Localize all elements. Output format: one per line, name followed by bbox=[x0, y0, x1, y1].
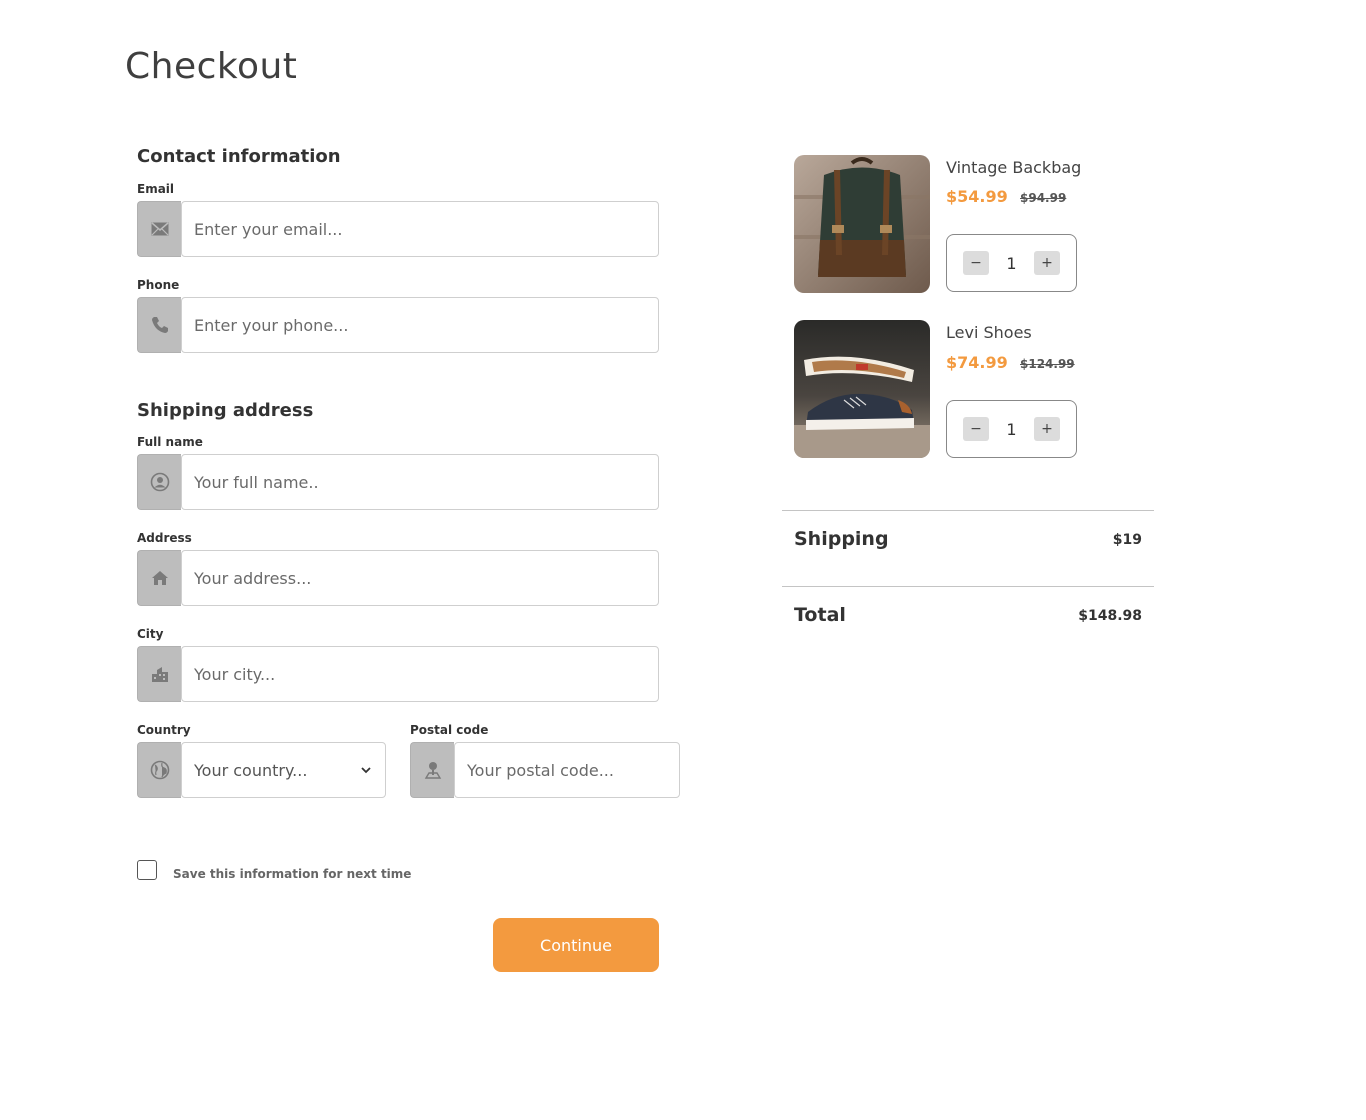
full-name-input[interactable] bbox=[181, 454, 659, 510]
quantity-value: 1 bbox=[1006, 253, 1017, 273]
shipping-heading: Shipping address bbox=[137, 400, 314, 421]
address-field bbox=[137, 550, 659, 606]
full-name-field bbox=[137, 454, 659, 510]
cart-item-old-price: $124.99 bbox=[1020, 357, 1075, 371]
cart-item-old-price: $94.99 bbox=[1020, 191, 1067, 205]
cart-item-name: Vintage Backbag bbox=[946, 158, 1082, 177]
save-info-checkbox[interactable] bbox=[137, 860, 157, 880]
increase-quantity-button[interactable]: + bbox=[1034, 417, 1060, 441]
country-select[interactable]: Your country... bbox=[181, 742, 386, 798]
user-icon bbox=[137, 454, 181, 510]
phone-field bbox=[137, 297, 659, 353]
home-icon bbox=[137, 550, 181, 606]
total-label: Total bbox=[794, 604, 846, 626]
save-info-label: Save this information for next time bbox=[173, 867, 412, 881]
email-input[interactable] bbox=[181, 201, 659, 257]
shoes-image bbox=[794, 320, 930, 458]
shipping-label: Shipping bbox=[794, 528, 889, 550]
city-field bbox=[137, 646, 659, 702]
cart-item-price: $74.99 bbox=[946, 353, 1008, 372]
quantity-value: 1 bbox=[1006, 419, 1017, 439]
phone-input[interactable] bbox=[181, 297, 659, 353]
cart-item-price: $54.99 bbox=[946, 187, 1008, 206]
address-label: Address bbox=[137, 531, 192, 545]
postal-field bbox=[410, 742, 680, 798]
shipping-value: $19 bbox=[1112, 532, 1142, 548]
city-input[interactable] bbox=[181, 646, 659, 702]
increase-quantity-button[interactable]: + bbox=[1034, 251, 1060, 275]
postal-input[interactable] bbox=[454, 742, 680, 798]
map-pin-icon bbox=[410, 742, 454, 798]
contact-heading: Contact information bbox=[137, 146, 341, 167]
country-label: Country bbox=[137, 723, 191, 737]
decrease-quantity-button[interactable]: − bbox=[963, 251, 989, 275]
summary-divider bbox=[782, 510, 1154, 511]
quantity-stepper: − 1 + bbox=[946, 400, 1077, 458]
envelope-icon bbox=[137, 201, 181, 257]
building-icon bbox=[137, 646, 181, 702]
page-title: Checkout bbox=[125, 46, 298, 87]
decrease-quantity-button[interactable]: − bbox=[963, 417, 989, 441]
full-name-label: Full name bbox=[137, 435, 203, 449]
total-value: $148.98 bbox=[1078, 608, 1142, 624]
email-field bbox=[137, 201, 659, 257]
country-field: Your country... bbox=[137, 742, 386, 798]
city-label: City bbox=[137, 627, 164, 641]
postal-label: Postal code bbox=[410, 723, 489, 737]
continue-button[interactable]: Continue bbox=[493, 918, 659, 972]
globe-icon bbox=[137, 742, 181, 798]
backpack-image bbox=[794, 155, 930, 293]
cart-item-name: Levi Shoes bbox=[946, 323, 1032, 342]
phone-icon bbox=[137, 297, 181, 353]
address-input[interactable] bbox=[181, 550, 659, 606]
quantity-stepper: − 1 + bbox=[946, 234, 1077, 292]
chevron-down-icon bbox=[361, 767, 371, 774]
phone-label: Phone bbox=[137, 278, 180, 292]
email-label: Email bbox=[137, 182, 175, 196]
summary-divider bbox=[782, 586, 1154, 587]
country-select-value: Your country... bbox=[194, 760, 308, 780]
